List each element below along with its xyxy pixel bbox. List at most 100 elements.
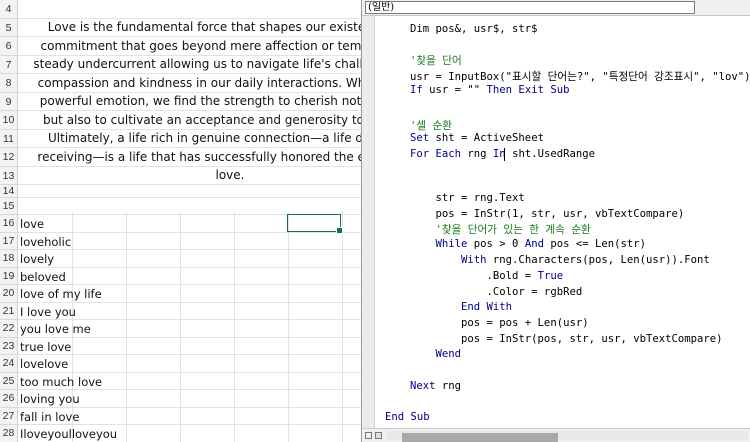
vba-status-bar bbox=[362, 428, 750, 442]
text-caret bbox=[504, 148, 505, 161]
cell-value[interactable]: Iloveyoulloveyou bbox=[20, 427, 117, 441]
row-header-8[interactable]: 8 bbox=[0, 74, 18, 93]
code-comment: '찾을 단어 bbox=[410, 55, 462, 67]
row-header-13[interactable]: 13 bbox=[0, 166, 18, 185]
full-module-view-button[interactable] bbox=[375, 432, 382, 439]
row-header-5[interactable]: 5 bbox=[0, 18, 18, 37]
code-keyword: Set bbox=[410, 132, 430, 144]
cell-value[interactable]: loving you bbox=[20, 392, 80, 406]
row-header-23[interactable]: 23 bbox=[0, 337, 18, 355]
row-header-18[interactable]: 18 bbox=[0, 250, 18, 268]
column-gridline bbox=[180, 212, 181, 442]
cell-value[interactable]: loveholic bbox=[20, 235, 71, 249]
vba-editor: (일반) Dim pos&, usr$, str$ '찾을 단어 usr = Inp… bbox=[361, 0, 750, 442]
row-header-25[interactable]: 25 bbox=[0, 372, 18, 390]
code-line[interactable]: While pos > 0 And pos <= Len(str) bbox=[410, 238, 647, 250]
code-comment: '찾을 단어가 있는 한 계속 순환 bbox=[410, 224, 591, 236]
vba-toolbar: (일반) bbox=[362, 0, 750, 16]
row-header-16[interactable]: 16 bbox=[0, 215, 18, 233]
row-header-19[interactable]: 19 bbox=[0, 267, 18, 285]
paragraph-line: Love is the fundamental force that shape… bbox=[47, 20, 361, 34]
code-text: pos <= Len(str) bbox=[543, 238, 647, 250]
cell-value[interactable]: fall in love bbox=[20, 410, 79, 424]
code-line[interactable]: Set sht = ActiveSheet bbox=[410, 132, 544, 144]
code-comment: '셀 순환 bbox=[410, 120, 452, 132]
excel-sheet: 4 5 6 7 8 9 10 11 12 13 14 15 16 17 18 19 20 21 22 23 24 25 26… bbox=[0, 0, 361, 442]
procedure-view-button[interactable] bbox=[365, 432, 372, 439]
paragraph-line: receiving—is a life that has successfull… bbox=[37, 149, 361, 164]
code-text: sht = ActiveSheet bbox=[429, 132, 544, 144]
row-header-22[interactable]: 22 bbox=[0, 320, 18, 338]
row-header-12[interactable]: 12 bbox=[0, 148, 18, 167]
code-keyword: For Each bbox=[410, 148, 462, 160]
grid-row bbox=[18, 185, 361, 198]
grid-row bbox=[18, 198, 361, 215]
code-line[interactable]: pos = pos + Len(usr) bbox=[410, 317, 589, 329]
code-line[interactable]: Dim pos&, usr$, str$ bbox=[410, 23, 538, 35]
code-line[interactable]: End Sub bbox=[385, 411, 430, 423]
row-header-9[interactable]: 9 bbox=[0, 92, 18, 111]
code-keyword: And bbox=[524, 238, 544, 250]
row-header-24[interactable]: 24 bbox=[0, 355, 18, 373]
code-line[interactable]: .Color = rgbRed bbox=[410, 286, 583, 298]
row-header-27[interactable]: 27 bbox=[0, 407, 18, 425]
row-header-4[interactable]: 4 bbox=[0, 0, 18, 19]
paragraph-line: love. bbox=[215, 168, 245, 182]
row-header-10[interactable]: 10 bbox=[0, 111, 18, 130]
paragraph-cell[interactable]: Love is the fundamental force that shape… bbox=[20, 18, 361, 185]
code-line[interactable]: usr = InputBox("표시할 단어는?", "특정단어 강조표시", … bbox=[410, 69, 750, 84]
code-line[interactable]: End With bbox=[410, 301, 512, 313]
horizontal-scrollbar-thumb[interactable] bbox=[402, 433, 558, 442]
code-text: str = rng.Text bbox=[410, 192, 525, 204]
code-keyword: If bbox=[410, 84, 423, 96]
code-line[interactable]: pos = InStr(1, str, usr, vbTextCompare) bbox=[410, 208, 685, 220]
cell-value[interactable]: too much love bbox=[20, 375, 102, 389]
cell-value[interactable]: true love bbox=[20, 340, 71, 354]
code-text: sht.UsedRange bbox=[505, 148, 595, 160]
row-header-6[interactable]: 6 bbox=[0, 37, 18, 56]
cell-value[interactable]: lovely bbox=[20, 252, 54, 266]
cell-value[interactable]: love of my life bbox=[20, 287, 102, 301]
horizontal-scrollbar[interactable] bbox=[386, 431, 748, 442]
code-text: rng bbox=[435, 380, 462, 392]
code-area[interactable]: Dim pos&, usr$, str$ '찾을 단어 usr = InputBox… bbox=[362, 16, 750, 428]
code-keyword: End Sub bbox=[385, 411, 430, 423]
code-line[interactable]: '찾을 단어 bbox=[410, 53, 462, 68]
fill-handle[interactable] bbox=[336, 227, 343, 234]
code-line[interactable]: pos = InStr(pos, str, usr, vbTextCompare… bbox=[410, 333, 723, 345]
row-header-21[interactable]: 21 bbox=[0, 302, 18, 320]
object-dropdown[interactable]: (일반) bbox=[365, 1, 695, 14]
cell-value[interactable]: lovelove bbox=[20, 357, 68, 371]
grid-row bbox=[18, 355, 361, 373]
code-keyword: Next bbox=[410, 380, 436, 392]
row-header-20[interactable]: 20 bbox=[0, 285, 18, 303]
code-keyword: Then Exit Sub bbox=[486, 84, 570, 96]
row-header-15[interactable]: 15 bbox=[0, 197, 18, 215]
code-line[interactable]: Next rng bbox=[410, 380, 461, 392]
code-line[interactable]: For Each rng In sht.UsedRange bbox=[410, 148, 595, 160]
row-header-28[interactable]: 28 bbox=[0, 425, 18, 442]
row-header-11[interactable]: 11 bbox=[0, 129, 18, 148]
code-line[interactable]: '찾을 단어가 있는 한 계속 순환 bbox=[410, 222, 591, 237]
cell-value[interactable]: I love you bbox=[20, 305, 76, 319]
cell-value[interactable]: beloved bbox=[20, 270, 66, 284]
row-header-14[interactable]: 14 bbox=[0, 185, 18, 198]
cell-value[interactable]: you love me bbox=[20, 322, 91, 336]
code-line[interactable]: '셀 순환 bbox=[410, 118, 452, 133]
code-text: usr = InputBox("표시할 단어는?", "특정단어 강조표시", … bbox=[410, 71, 750, 83]
code-line[interactable]: Wend bbox=[410, 348, 462, 360]
code-line[interactable]: str = rng.Text bbox=[410, 192, 525, 204]
row-header-17[interactable]: 17 bbox=[0, 232, 18, 250]
code-line[interactable]: With rng.Characters(pos, Len(usr)).Font bbox=[410, 254, 710, 266]
row-header-7[interactable]: 7 bbox=[0, 55, 18, 74]
code-line[interactable]: If usr = "" Then Exit Sub bbox=[410, 84, 569, 96]
column-gridline bbox=[126, 212, 127, 442]
code-text: rng bbox=[461, 148, 493, 160]
cell-value[interactable]: love bbox=[20, 217, 44, 231]
row-header-26[interactable]: 26 bbox=[0, 390, 18, 408]
code-line[interactable]: .Bold = True bbox=[410, 270, 564, 282]
selected-cell[interactable] bbox=[287, 214, 343, 234]
